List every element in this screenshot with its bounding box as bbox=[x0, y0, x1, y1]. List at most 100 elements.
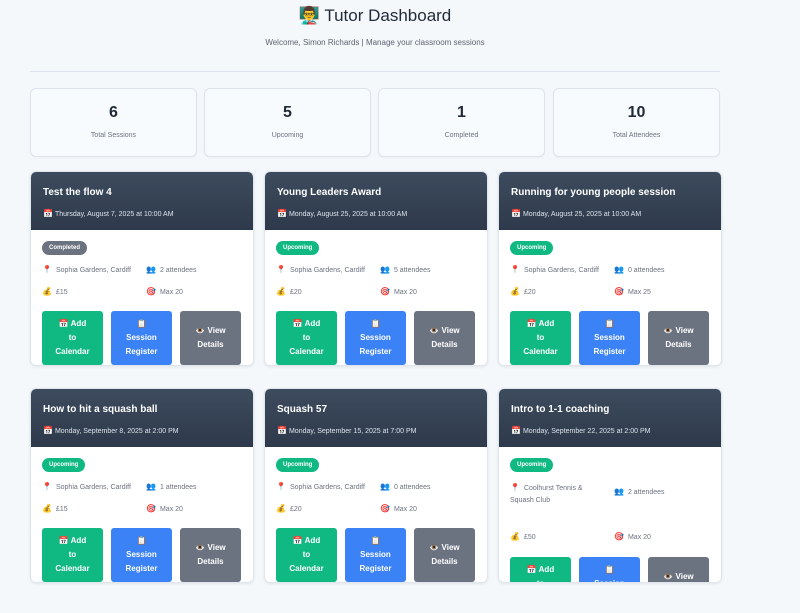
session-date-text: Monday, August 25, 2025 at 10:00 AM bbox=[522, 211, 642, 218]
session-title: Test the flow 4 bbox=[43, 187, 112, 198]
teacher-icon: 👨‍🏫 bbox=[298, 6, 320, 25]
button-text: View bbox=[441, 326, 460, 335]
session-card-header: Running for young people session 📅 Monday,… bbox=[499, 172, 721, 230]
session-date-text: Monday, September 22, 2025 at 2:00 PM bbox=[522, 428, 651, 435]
view-details-button[interactable]: 👁️ ViewDetails bbox=[414, 311, 475, 365]
button-text: Add bbox=[304, 319, 321, 328]
button-text: Add bbox=[538, 565, 555, 574]
stat-value: 5 bbox=[283, 104, 292, 121]
button-text: View bbox=[675, 326, 694, 335]
stat-label: Completed bbox=[444, 132, 479, 139]
session-register-button[interactable]: 📋SessionRegister bbox=[111, 311, 172, 365]
stat-label: Total Attendees bbox=[612, 132, 661, 139]
session-location: 📍 Sophia Gardens, Cardiff bbox=[42, 482, 131, 491]
button-text: Register bbox=[125, 347, 158, 356]
button-text: View bbox=[675, 572, 694, 581]
session-location: 📍 Coolhurst Tennis & Squash Club bbox=[510, 482, 602, 507]
session-price: 💰 £15 bbox=[42, 504, 68, 513]
session-card-header: Test the flow 4 📅 Thursday, August 7, 2025… bbox=[31, 172, 253, 230]
page-subtitle: Welcome, Simon Richards | Manage your cl… bbox=[265, 38, 485, 47]
session-register-button[interactable]: 📋SessionRegister bbox=[345, 528, 406, 582]
location-pin-icon: 📍 bbox=[510, 265, 520, 274]
money-bag-icon: 💰 bbox=[276, 504, 286, 513]
session-attendees-text: 2 attendees bbox=[159, 267, 197, 274]
target-icon: 🎯 bbox=[614, 287, 624, 296]
session-register-button-label: 📋SessionRegister bbox=[593, 563, 625, 582]
session-price-text: £50 bbox=[523, 534, 536, 541]
session-card-header: How to hit a squash ball 📅 Monday, Septemb… bbox=[31, 389, 253, 447]
session-register-button[interactable]: 📋SessionRegister bbox=[579, 311, 640, 365]
session-location: 📍 Sophia Gardens, Cardiff bbox=[42, 265, 131, 274]
view-details-button[interactable]: 👁️ ViewDetails bbox=[180, 311, 241, 365]
view-details-button[interactable]: 👁️ ViewDetails bbox=[180, 528, 241, 582]
session-register-button[interactable]: 📋SessionRegister bbox=[579, 557, 640, 582]
add-to-calendar-button[interactable]: 📅 AddtoCalendar bbox=[276, 528, 337, 582]
session-attendees: 👥 2 attendees bbox=[614, 487, 665, 496]
stat-total-sessions: 6 Total Sessions bbox=[30, 88, 197, 157]
button-text: Add bbox=[538, 319, 555, 328]
session-price-text: £15 bbox=[55, 289, 68, 296]
session-location-text: Sophia Gardens, Cardiff bbox=[55, 267, 131, 274]
stat-value: 1 bbox=[457, 104, 466, 121]
status-badge: Upcoming bbox=[510, 241, 554, 255]
people-icon: 👥 bbox=[614, 265, 624, 274]
view-details-button[interactable]: 👁️ ViewDetails bbox=[648, 557, 709, 582]
session-attendees-text: 1 attendees bbox=[159, 484, 197, 491]
add-to-calendar-button[interactable]: 📅 AddtoCalendar bbox=[42, 528, 103, 582]
session-date-text: Monday, August 25, 2025 at 10:00 AM bbox=[288, 211, 408, 218]
session-register-button-label: 📋SessionRegister bbox=[125, 317, 157, 359]
location-pin-icon: 📍 bbox=[510, 483, 520, 492]
session-location-text: Sophia Gardens, Cardiff bbox=[523, 267, 599, 274]
session-max-text: Max 20 bbox=[393, 289, 417, 296]
money-bag-icon: 💰 bbox=[510, 532, 520, 541]
session-max: 🎯 Max 20 bbox=[146, 287, 183, 296]
calendar-icon: 📅 bbox=[526, 565, 537, 574]
people-icon: 👥 bbox=[614, 487, 624, 496]
button-text: to bbox=[302, 550, 311, 559]
add-to-calendar-button[interactable]: 📅 AddtoCalendar bbox=[276, 311, 337, 365]
session-card: Intro to 1-1 coaching 📅 Monday, September … bbox=[498, 388, 722, 583]
stats-row: 6 Total Sessions 5 Upcoming 1 Completed … bbox=[30, 88, 720, 157]
calendar-icon: 📅 bbox=[511, 209, 521, 218]
session-price: 💰 £20 bbox=[510, 287, 536, 296]
view-details-button[interactable]: 👁️ ViewDetails bbox=[414, 528, 475, 582]
session-card-header: Intro to 1-1 coaching 📅 Monday, September … bbox=[499, 389, 721, 447]
add-to-calendar-button[interactable]: 📅 AddtoCalendar bbox=[510, 311, 571, 365]
clipboard-icon: 📋 bbox=[604, 565, 615, 574]
session-max: 🎯 Max 20 bbox=[614, 532, 651, 541]
session-price-text: £20 bbox=[289, 506, 302, 513]
add-to-calendar-button[interactable]: 📅 AddtoCalendar bbox=[510, 557, 571, 582]
status-badge: Upcoming bbox=[42, 458, 86, 472]
view-details-button-label: 👁️ View Details bbox=[663, 324, 693, 352]
stat-value: 6 bbox=[109, 104, 118, 121]
people-icon: 👥 bbox=[380, 265, 390, 274]
session-max-text: Max 20 bbox=[393, 506, 417, 513]
add-to-calendar-button-label: 📅 Add to Calendar bbox=[55, 534, 89, 576]
calendar-icon: 📅 bbox=[58, 319, 69, 328]
session-location-text: Sophia Gardens, Cardiff bbox=[289, 267, 365, 274]
view-details-button[interactable]: 👁️ ViewDetails bbox=[648, 311, 709, 365]
session-attendees-text: 2 attendees bbox=[627, 489, 665, 496]
session-register-button[interactable]: 📋SessionRegister bbox=[345, 311, 406, 365]
target-icon: 🎯 bbox=[380, 287, 390, 296]
eye-icon: 👁️ bbox=[195, 326, 206, 335]
session-card: Young Leaders Award 📅 Monday, August 25, 2… bbox=[264, 171, 488, 366]
calendar-icon: 📅 bbox=[277, 426, 287, 435]
session-price-text: £15 bbox=[55, 506, 68, 513]
stat-upcoming: 5 Upcoming bbox=[204, 88, 371, 157]
button-text: Add bbox=[304, 536, 321, 545]
calendar-icon: 📅 bbox=[43, 426, 53, 435]
session-price: 💰 £20 bbox=[276, 287, 302, 296]
button-text: Details bbox=[197, 557, 224, 566]
status-badge: Upcoming bbox=[510, 458, 554, 472]
session-date-text: Monday, September 8, 2025 at 2:00 PM bbox=[54, 428, 179, 435]
add-to-calendar-button-label: 📅 Add to Calendar bbox=[55, 317, 89, 359]
target-icon: 🎯 bbox=[614, 532, 624, 541]
add-to-calendar-button[interactable]: 📅 AddtoCalendar bbox=[42, 311, 103, 365]
session-max-text: Max 20 bbox=[159, 289, 183, 296]
session-register-button[interactable]: 📋SessionRegister bbox=[111, 528, 172, 582]
session-register-button-label: 📋SessionRegister bbox=[593, 317, 625, 359]
money-bag-icon: 💰 bbox=[42, 504, 52, 513]
button-text: Calendar bbox=[289, 564, 324, 573]
button-text: Register bbox=[593, 347, 626, 356]
